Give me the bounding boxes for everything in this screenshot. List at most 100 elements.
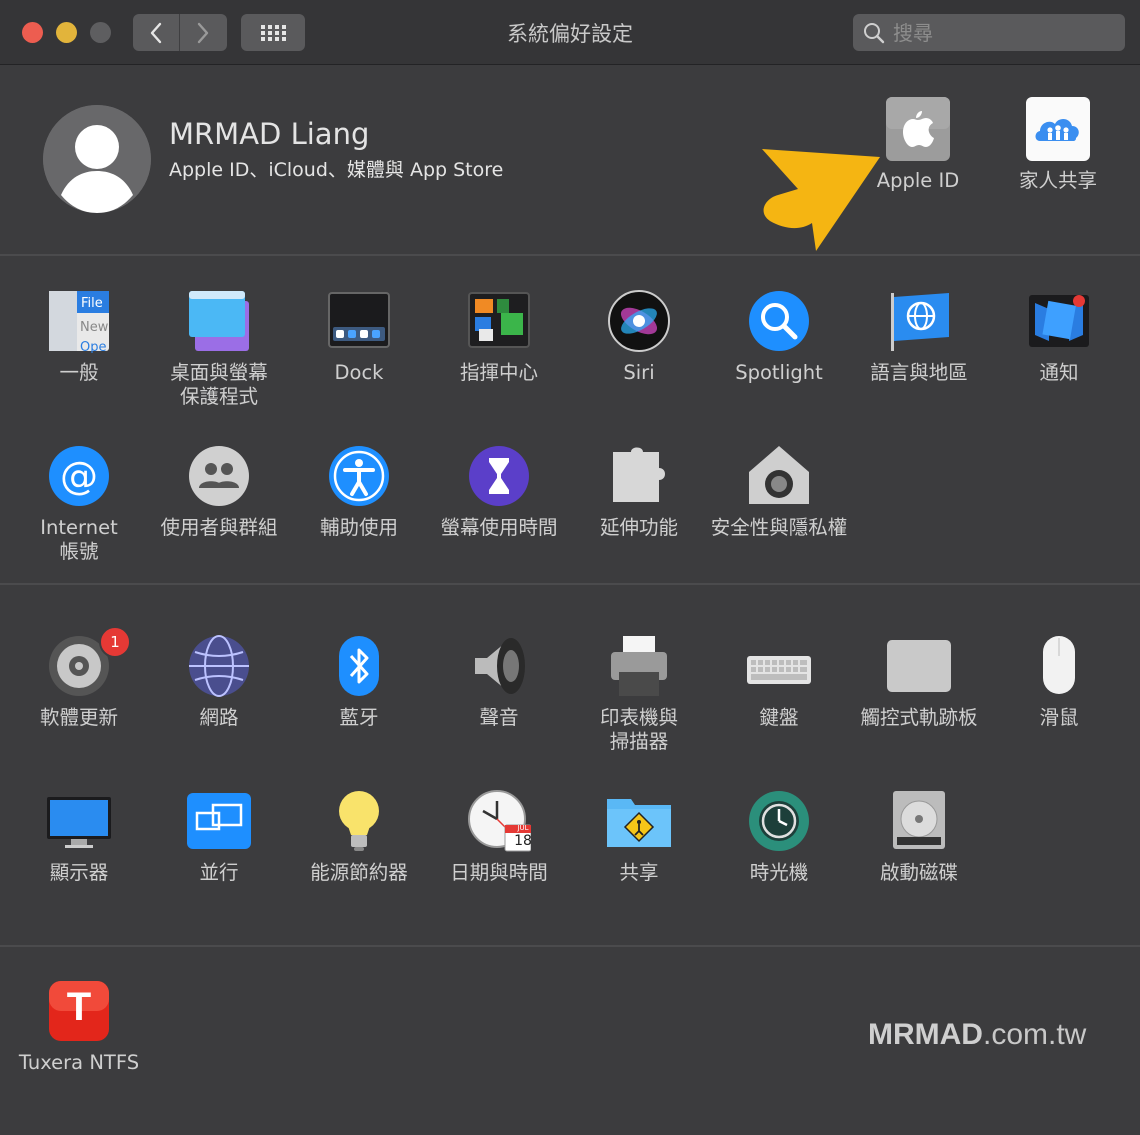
pane-printers-scanners[interactable]: 印表機與 掃描器 (569, 634, 709, 754)
pane-label: 輔助使用 (319, 516, 398, 539)
search-field[interactable] (853, 14, 1125, 51)
users-groups-icon (189, 446, 249, 506)
pane-siri[interactable]: Siri (569, 289, 709, 385)
pane-label: 觸控式軌跡板 (860, 706, 978, 729)
family-sharing-icon (1026, 97, 1090, 161)
watermark-domain: .com.tw (982, 1018, 1087, 1051)
pane-sound[interactable]: 聲音 (429, 634, 569, 730)
pane-family-sharing[interactable]: 家人共享 (988, 97, 1128, 193)
pane-sharing[interactable]: 共享 (569, 789, 709, 885)
pane-mouse[interactable]: 滑鼠 (989, 634, 1129, 730)
pane-bluetooth[interactable]: 藍牙 (289, 634, 429, 730)
pane-label: 指揮中心 (459, 361, 538, 384)
displays-icon (47, 797, 111, 848)
pane-label: Internet 帳號 (40, 516, 118, 563)
account-header: MRMAD Liang Apple ID、iCloud、媒體與 App Stor… (0, 65, 1140, 254)
pane-language-region[interactable]: 語言與地區 (849, 289, 989, 385)
search-input[interactable] (891, 19, 1115, 46)
user-name[interactable]: MRMAD Liang (169, 117, 369, 151)
pane-displays[interactable]: 顯示器 (9, 789, 149, 885)
pane-label: 藍牙 (339, 706, 379, 729)
keyboard-icon (747, 656, 811, 684)
svg-text:New: New (80, 320, 109, 335)
internet-accounts-icon: @ (49, 446, 109, 506)
pane-general[interactable]: File New Ope 一般 (9, 289, 149, 385)
update-badge: 1 (99, 626, 131, 658)
section-divider (0, 254, 1140, 256)
pane-notifications[interactable]: 通知 (989, 289, 1129, 385)
mission-control-icon (468, 292, 530, 348)
bluetooth-icon (339, 636, 379, 696)
tuxera-glyph: T (66, 985, 92, 1029)
notifications-icon (1029, 295, 1089, 347)
section-divider (0, 583, 1140, 585)
desktop-screensaver-icon (189, 291, 249, 351)
pane-internet-accounts[interactable]: @ Internet 帳號 (9, 444, 149, 564)
pane-label: 語言與地區 (870, 361, 968, 384)
dock-icon (328, 292, 390, 348)
pane-time-machine[interactable]: 時光機 (709, 789, 849, 885)
pane-label: 通知 (1039, 361, 1079, 384)
pane-extensions[interactable]: 延伸功能 (569, 444, 709, 540)
accessibility-icon (329, 446, 389, 506)
pane-label: 共享 (619, 861, 659, 884)
network-icon (189, 635, 249, 697)
sharing-icon (607, 799, 671, 847)
siri-icon (608, 290, 670, 352)
pane-label: 顯示器 (49, 861, 109, 884)
pane-security-privacy[interactable]: 安全性與隱私權 (709, 444, 849, 540)
sound-icon (475, 638, 525, 694)
pane-label: 啟動磁碟 (879, 861, 958, 884)
pane-energy-saver[interactable]: 能源節約器 (289, 789, 429, 885)
pane-label: 日期與時間 (450, 861, 548, 884)
spotlight-icon (749, 291, 809, 351)
pane-label: 時光機 (749, 861, 809, 884)
calendar-day: 18 (514, 833, 532, 849)
svg-text:@: @ (60, 454, 98, 498)
pane-label: Tuxera NTFS (18, 1051, 140, 1074)
pane-sidecar[interactable]: 並行 (149, 789, 289, 885)
pane-trackpad[interactable]: 觸控式軌跡板 (849, 634, 989, 730)
pane-spotlight[interactable]: Spotlight (709, 289, 849, 385)
svg-text:File: File (81, 296, 103, 311)
pane-label: 軟體更新 (39, 706, 118, 729)
pane-date-time[interactable]: JUL 18 日期與時間 (429, 789, 569, 885)
pane-keyboard[interactable]: 鍵盤 (709, 634, 849, 730)
pane-label: Siri (623, 361, 655, 384)
pane-users-groups[interactable]: 使用者與群組 (149, 444, 289, 540)
pane-label: 螢幕使用時間 (440, 516, 558, 539)
user-silhouette-icon (43, 105, 151, 213)
language-region-icon (891, 293, 949, 351)
pane-label: 網路 (199, 706, 239, 729)
trackpad-icon (887, 640, 951, 692)
general-icon: File New Ope (49, 291, 109, 353)
pane-mission-control[interactable]: 指揮中心 (429, 289, 569, 385)
title-bar: 系統偏好設定 (0, 0, 1140, 65)
startup-disk-icon (893, 791, 945, 849)
pane-label: 桌面與螢幕 保護程式 (170, 361, 268, 408)
sidecar-icon (187, 793, 251, 849)
security-privacy-icon (749, 446, 809, 504)
pane-software-update[interactable]: 1 軟體更新 (9, 626, 149, 730)
pane-label: Dock (334, 361, 384, 384)
pane-label: Spotlight (735, 361, 823, 384)
pane-label: 並行 (199, 861, 239, 884)
svg-text:Ope: Ope (80, 340, 106, 353)
mouse-icon (1043, 636, 1075, 694)
user-subtitle: Apple ID、iCloud、媒體與 App Store (169, 159, 504, 181)
watermark-brand: MRMAD (868, 1018, 983, 1051)
pane-label: 延伸功能 (599, 516, 678, 539)
pointer-arrow-icon (762, 149, 880, 251)
pane-accessibility[interactable]: 輔助使用 (289, 444, 429, 540)
pane-network[interactable]: 網路 (149, 634, 289, 730)
pane-desktop-screensaver[interactable]: 桌面與螢幕 保護程式 (149, 289, 289, 409)
pane-dock[interactable]: Dock (289, 289, 429, 385)
user-avatar[interactable] (43, 105, 151, 213)
pane-tuxera-ntfs[interactable]: T Tuxera NTFS (9, 979, 149, 1075)
watermark: MRMAD.com.tw (868, 1018, 1086, 1052)
pane-label: 安全性與隱私權 (710, 516, 848, 539)
pane-label: 一般 (59, 361, 99, 384)
pane-screen-time[interactable]: 螢幕使用時間 (429, 444, 569, 540)
pane-startup-disk[interactable]: 啟動磁碟 (849, 789, 989, 885)
pane-label: 聲音 (479, 706, 519, 729)
